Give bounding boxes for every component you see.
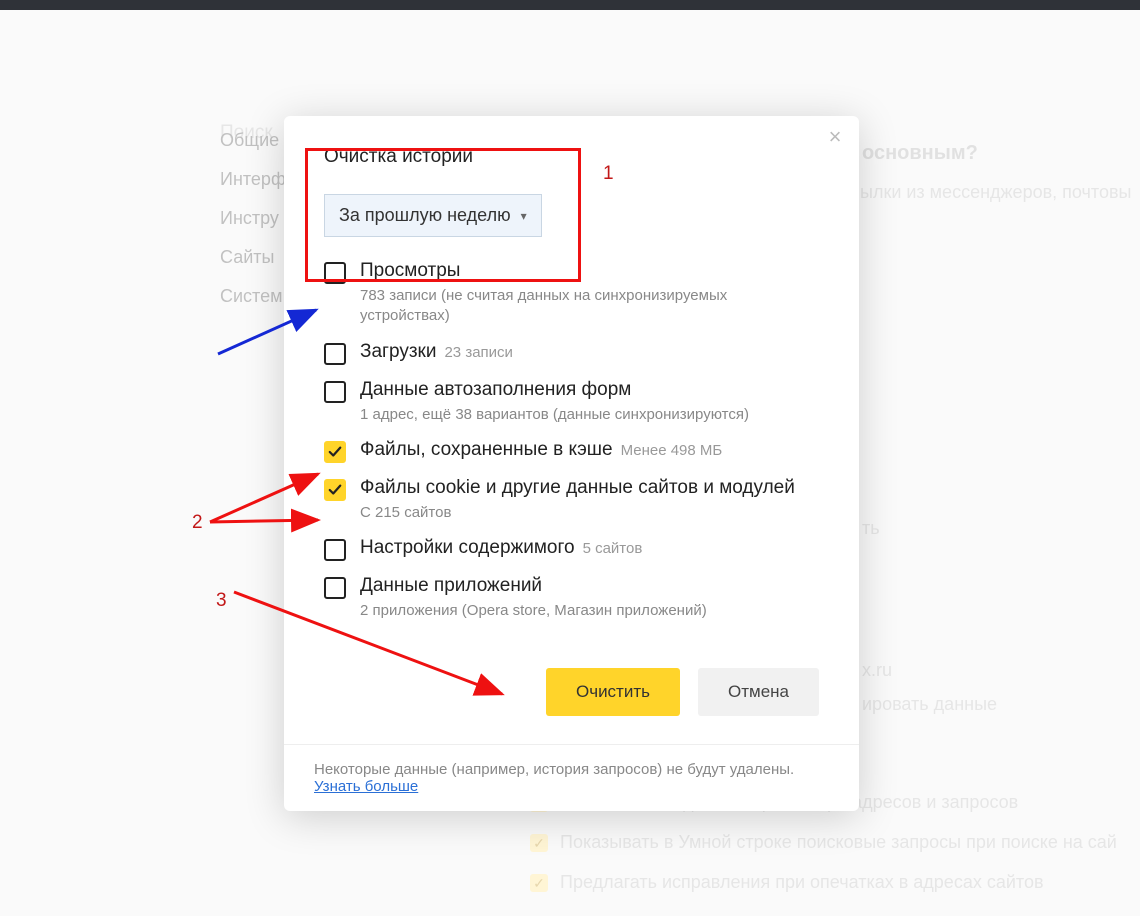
cancel-button[interactable]: Отмена [698, 668, 819, 716]
option-sub: С 215 сайтов [360, 503, 819, 523]
checkbox[interactable] [324, 343, 346, 365]
checkbox[interactable] [324, 539, 346, 561]
footer-text: Некоторые данные (например, история запр… [314, 761, 794, 778]
clear-options-list: Просмотры 783 записи (не считая данных на… [284, 247, 859, 656]
clear-option-row: Просмотры 783 записи (не считая данных на… [324, 253, 819, 334]
checkbox[interactable] [324, 262, 346, 284]
checkbox[interactable] [324, 381, 346, 403]
learn-more-link[interactable]: Узнать больше [314, 778, 418, 795]
clear-option-row: Загрузки 23 записи [324, 334, 819, 372]
annotation-label-2: 2 [192, 512, 203, 534]
checkbox[interactable] [324, 479, 346, 501]
clear-option-row: Файлы cookie и другие данные сайтов и мо… [324, 470, 819, 530]
clear-history-dialog: × Очистка истории За прошлую неделю ▾ Пр… [284, 116, 859, 811]
close-icon[interactable]: × [825, 128, 845, 148]
option-label: Данные автозаполнения форм [360, 379, 631, 400]
checkbox[interactable] [324, 441, 346, 463]
time-range-select[interactable]: За прошлую неделю ▾ [324, 194, 542, 237]
clear-option-row: Файлы, сохраненные в кэше Менее 498 МБ [324, 432, 819, 470]
annotation-label-3: 3 [216, 590, 227, 612]
page: Поиск Общие Интерф Инстру Сайты Систем о… [0, 10, 1140, 916]
checkbox[interactable] [324, 577, 346, 599]
option-label: Загрузки [360, 341, 436, 362]
option-label: Файлы, сохраненные в кэше [360, 439, 613, 460]
annotation-label-1: 1 [603, 163, 614, 185]
clear-button[interactable]: Очистить [546, 668, 680, 716]
clear-option-row: Данные приложений 2 приложения (Opera sto… [324, 568, 819, 628]
dialog-title: Очистка истории [324, 146, 819, 168]
clear-option-row: Данные автозаполнения форм 1 адрес, ещё 3… [324, 372, 819, 432]
clear-option-row: Настройки содержимого 5 сайтов [324, 530, 819, 568]
option-label: Данные приложений [360, 575, 542, 596]
window-topbar [0, 0, 1140, 10]
option-sub: 2 приложения (Opera store, Магазин прило… [360, 601, 819, 621]
option-sub: 1 адрес, ещё 38 вариантов (данные синхро… [360, 405, 819, 425]
option-inline-sub: 23 записи [444, 344, 512, 361]
option-sub: 783 записи (не считая данных на синхрони… [360, 286, 819, 327]
option-label: Настройки содержимого [360, 537, 575, 558]
option-inline-sub: 5 сайтов [583, 540, 643, 557]
option-label: Файлы cookie и другие данные сайтов и мо… [360, 477, 795, 498]
chevron-down-icon: ▾ [521, 209, 527, 223]
option-label: Просмотры [360, 260, 460, 281]
time-range-value: За прошлую неделю [339, 205, 511, 226]
option-inline-sub: Менее 498 МБ [621, 442, 723, 459]
dialog-footer: Некоторые данные (например, история запр… [284, 744, 859, 811]
